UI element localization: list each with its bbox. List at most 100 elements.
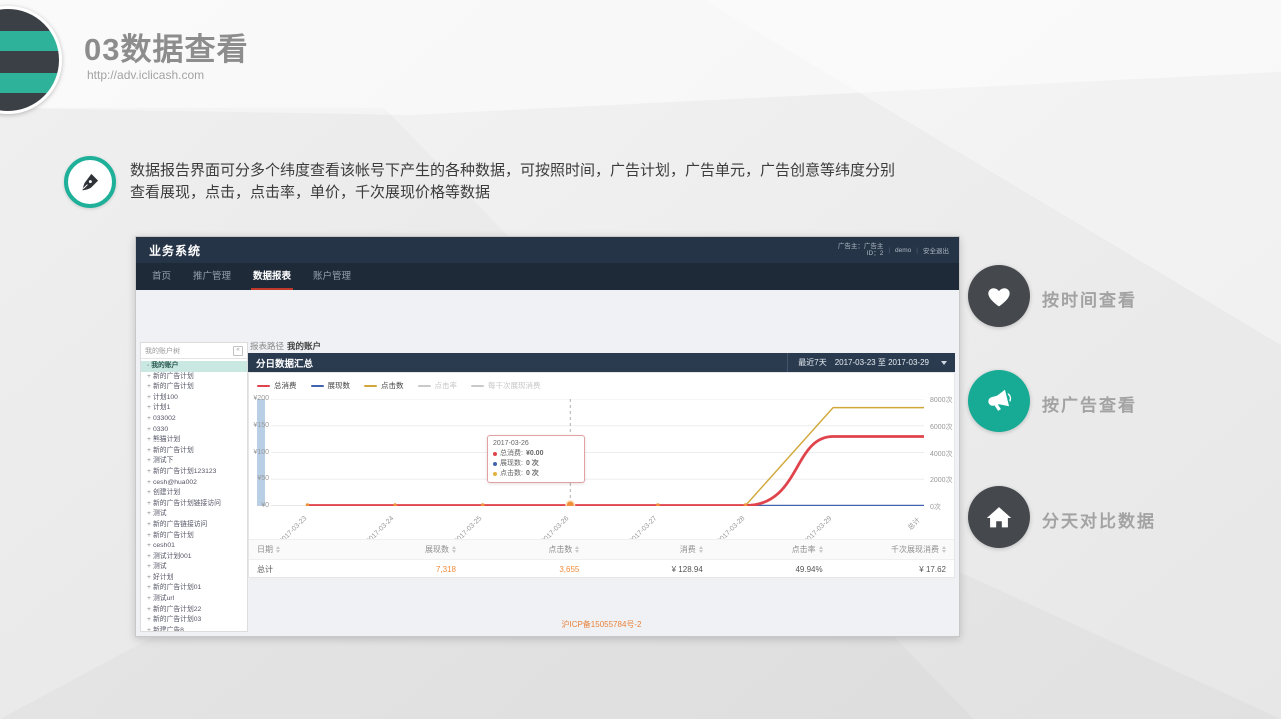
legend-label: 总消费 bbox=[274, 380, 297, 391]
tree-toggle-icon[interactable]: + bbox=[147, 584, 151, 591]
tree-toggle-icon[interactable]: + bbox=[147, 404, 151, 411]
tree-item-label: 新的广告计划123123 bbox=[153, 468, 216, 475]
tree-toggle-icon[interactable]: + bbox=[147, 426, 151, 433]
tree-item[interactable]: +cesh@hua002 bbox=[141, 478, 247, 489]
tree-item[interactable]: +新的广告计划01 bbox=[141, 583, 247, 594]
legend-item-2[interactable]: 点击数 bbox=[364, 380, 404, 391]
tree-toggle-icon[interactable]: + bbox=[147, 574, 151, 581]
tree-toggle-icon[interactable]: + bbox=[147, 447, 151, 454]
table-header-cell[interactable]: 点击数 bbox=[464, 544, 587, 555]
breadcrumb-current[interactable]: 我的账户 bbox=[287, 341, 321, 351]
divider: | bbox=[916, 247, 918, 254]
tree-toggle-icon[interactable]: - bbox=[147, 362, 149, 369]
tree-toggle-icon[interactable]: + bbox=[147, 563, 151, 570]
tree-toggle-icon[interactable]: + bbox=[147, 521, 151, 528]
tree-item[interactable]: +新的广告计划22 bbox=[141, 605, 247, 616]
tree-item[interactable]: +新的广告计划 bbox=[141, 382, 247, 393]
tree-item[interactable]: +计划100 bbox=[141, 393, 247, 404]
tooltip-series-dot bbox=[493, 472, 497, 476]
legend-item-4[interactable]: 每千次展现消费 bbox=[471, 380, 541, 391]
tree-toggle-icon[interactable]: + bbox=[147, 532, 151, 539]
table-header-cell[interactable]: 日期 bbox=[249, 544, 341, 555]
table-header-cell[interactable]: 展现数 bbox=[341, 544, 464, 555]
tree-item[interactable]: +新的广告计划03 bbox=[141, 615, 247, 626]
range-preset-label: 最近7天 bbox=[798, 357, 826, 368]
tree-item[interactable]: +测试 bbox=[141, 562, 247, 573]
tree-toggle-icon[interactable]: + bbox=[147, 468, 151, 475]
table-cell: 总计 bbox=[249, 564, 341, 575]
tree-toggle-icon[interactable]: + bbox=[147, 595, 151, 602]
tooltip-value: 0 次 bbox=[526, 459, 539, 469]
tree-item[interactable]: +新的广告计划 bbox=[141, 531, 247, 542]
tree-toggle-icon[interactable]: + bbox=[147, 373, 151, 380]
sort-down-arrow bbox=[819, 550, 823, 553]
nav-item-0[interactable]: 首页 bbox=[150, 268, 173, 290]
nav-item-1[interactable]: 推广管理 bbox=[191, 268, 233, 290]
tree-toggle-icon[interactable]: + bbox=[147, 500, 151, 507]
highlighted-point-marker bbox=[566, 501, 574, 506]
tree-item[interactable]: +新的广告计划123123 bbox=[141, 467, 247, 478]
tooltip-value: 0 次 bbox=[526, 469, 539, 479]
legend-item-1[interactable]: 展现数 bbox=[311, 380, 351, 391]
tree-item[interactable]: +0330 bbox=[141, 425, 247, 436]
tree-toggle-icon[interactable]: + bbox=[147, 479, 151, 486]
megaphone-icon bbox=[983, 385, 1015, 417]
tree-item[interactable]: +创建计划 bbox=[141, 488, 247, 499]
tooltip-series-dot bbox=[493, 452, 497, 456]
tree-item[interactable]: +033002 bbox=[141, 414, 247, 425]
nav-item-2[interactable]: 数据报表 bbox=[251, 268, 293, 290]
collapse-sidebar-button[interactable]: « bbox=[233, 346, 243, 356]
table-header-cell[interactable]: 消费 bbox=[587, 544, 710, 555]
tree-item[interactable]: +新的广告计划链接访问 bbox=[141, 499, 247, 510]
tree-item[interactable]: +新的广告计划 bbox=[141, 372, 247, 383]
tree-item[interactable]: +熊猫计划 bbox=[141, 435, 247, 446]
chart-plot bbox=[271, 399, 924, 506]
tree-item[interactable]: +cesh01 bbox=[141, 541, 247, 552]
site-url: http://adv.iclicash.com bbox=[87, 68, 204, 82]
tree-toggle-icon[interactable]: + bbox=[147, 383, 151, 390]
tree-toggle-icon[interactable]: + bbox=[147, 627, 151, 632]
tree-toggle-icon[interactable]: + bbox=[147, 436, 151, 443]
tree-item-label: 033002 bbox=[153, 415, 176, 422]
tree-item[interactable]: +新的广告计划 bbox=[141, 446, 247, 457]
chevron-down-icon bbox=[941, 361, 947, 365]
tree-item[interactable]: +测试 bbox=[141, 509, 247, 520]
tree-item[interactable]: +新的广告链接访问 bbox=[141, 520, 247, 531]
column-label: 展现数 bbox=[425, 544, 449, 555]
tree-toggle-icon[interactable]: + bbox=[147, 616, 151, 623]
tree-item[interactable]: +测试下 bbox=[141, 456, 247, 467]
table-header-row: 日期 展现数 点击数消费点击率千次展现消费 bbox=[249, 539, 954, 560]
tree-toggle-icon[interactable]: + bbox=[147, 394, 151, 401]
tree-toggle-icon[interactable]: + bbox=[147, 553, 151, 560]
tree-item[interactable]: +测试计划001 bbox=[141, 552, 247, 563]
nav-item-3[interactable]: 账户管理 bbox=[311, 268, 353, 290]
tree-toggle-icon[interactable]: + bbox=[147, 606, 151, 613]
tree-toggle-icon[interactable]: + bbox=[147, 457, 151, 464]
tree-item[interactable]: -我的账户 bbox=[141, 361, 247, 372]
icp-footer-link[interactable]: 沪ICP备15055784号-2 bbox=[249, 619, 954, 630]
tree-item[interactable]: +测试url bbox=[141, 594, 247, 605]
tree-item[interactable]: +新建广告8 bbox=[141, 626, 247, 632]
date-range-filter[interactable]: 最近7天 2017-03-23 至 2017-03-29 bbox=[787, 353, 955, 372]
tree-item[interactable]: +好计划 bbox=[141, 573, 247, 584]
table-header-cell[interactable]: 千次展现消费 bbox=[831, 544, 954, 555]
tree-toggle-icon[interactable]: + bbox=[147, 542, 151, 549]
table-header-cell[interactable]: 点击率 bbox=[711, 544, 831, 555]
sort-up-arrow bbox=[276, 546, 280, 549]
tree-toggle-icon[interactable]: + bbox=[147, 510, 151, 517]
tooltip-row: 点击数: 0 次 bbox=[493, 469, 579, 479]
table-cell: 49.94% bbox=[711, 565, 831, 574]
tree-toggle-icon[interactable]: + bbox=[147, 415, 151, 422]
tree-item-label: 新建广告8 bbox=[153, 627, 184, 632]
legend-item-0[interactable]: 总消费 bbox=[257, 380, 297, 391]
sort-up-arrow bbox=[819, 546, 823, 549]
date-range-value: 2017-03-23 至 2017-03-29 bbox=[835, 357, 929, 368]
heart-icon bbox=[984, 281, 1014, 311]
tree-item[interactable]: +计划1 bbox=[141, 403, 247, 414]
tree-toggle-icon[interactable]: + bbox=[147, 489, 151, 496]
logout-link[interactable]: 安全退出 bbox=[923, 245, 949, 255]
legend-item-3[interactable]: 点击率 bbox=[418, 380, 458, 391]
tree-item-label: 计划1 bbox=[153, 404, 170, 411]
y-axis-label: ¥200 bbox=[249, 395, 269, 402]
username-link[interactable]: demo bbox=[895, 247, 911, 254]
